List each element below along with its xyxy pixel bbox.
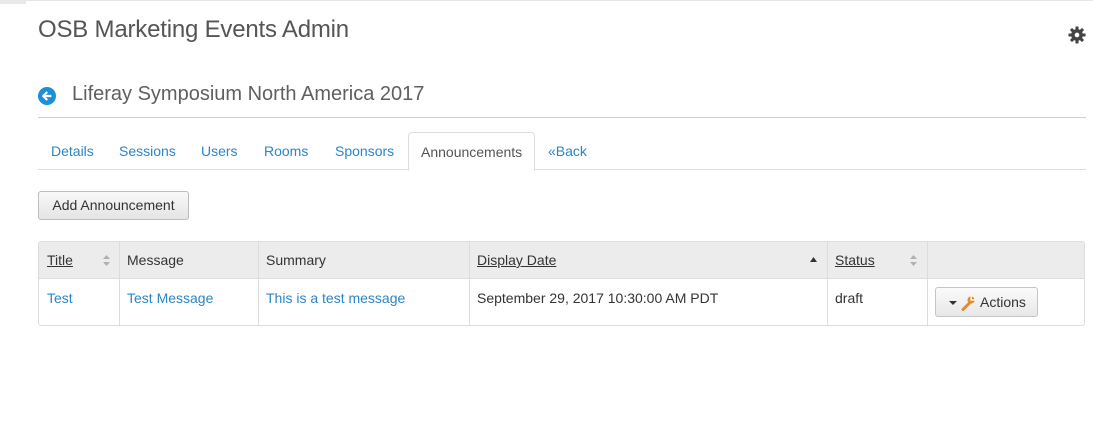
announcements-table: Title Message Summary Display Date Statu…: [38, 241, 1085, 326]
page-title: Liferay Symposium North America 2017: [72, 83, 425, 105]
column-divider: [469, 242, 470, 325]
tab-details[interactable]: Details: [51, 132, 94, 170]
tab-rooms[interactable]: Rooms: [264, 132, 308, 170]
app-title: OSB Marketing Events Admin: [38, 16, 349, 43]
wrench-icon: [961, 296, 975, 311]
cell-display-date: September 29, 2017 10:30:00 AM PDT: [477, 290, 719, 306]
actions-label: Actions: [980, 294, 1026, 310]
column-divider: [258, 242, 259, 325]
cell-message[interactable]: Test Message: [127, 290, 213, 306]
cell-summary[interactable]: This is a test message: [266, 290, 405, 306]
tab-bar: Details Sessions Users Rooms Sponsors An…: [38, 132, 1086, 171]
cell-status: draft: [835, 290, 864, 306]
column-header-message: Message: [127, 252, 184, 268]
column-divider: [927, 242, 928, 325]
sort-arrows-icon[interactable]: [103, 255, 110, 266]
top-corner-tab: [0, 0, 26, 4]
gear-icon[interactable]: [1068, 26, 1086, 44]
sort-ascending-icon[interactable]: [810, 257, 817, 263]
caret-down-icon: [949, 301, 957, 305]
tab-sponsors[interactable]: Sponsors: [335, 132, 394, 170]
column-divider: [119, 242, 120, 325]
actions-button[interactable]: Actions: [935, 287, 1038, 317]
tab-announcements[interactable]: Announcements: [408, 132, 536, 171]
back-arrow-icon[interactable]: [38, 87, 56, 105]
column-header-status[interactable]: Status: [835, 242, 875, 279]
tab-sessions[interactable]: Sessions: [119, 132, 176, 170]
add-announcement-button[interactable]: Add Announcement: [38, 191, 189, 220]
top-border: [0, 0, 1093, 1]
page-header: Liferay Symposium North America 2017: [38, 82, 1086, 118]
tab-users[interactable]: Users: [201, 132, 238, 170]
tab-back[interactable]: «Back: [548, 132, 587, 170]
column-header-display-date[interactable]: Display Date: [477, 242, 556, 279]
column-header-summary: Summary: [266, 252, 326, 268]
sort-arrows-icon[interactable]: [910, 255, 917, 266]
column-divider: [827, 242, 828, 325]
cell-title[interactable]: Test: [47, 290, 73, 306]
column-header-title[interactable]: Title: [47, 242, 73, 279]
